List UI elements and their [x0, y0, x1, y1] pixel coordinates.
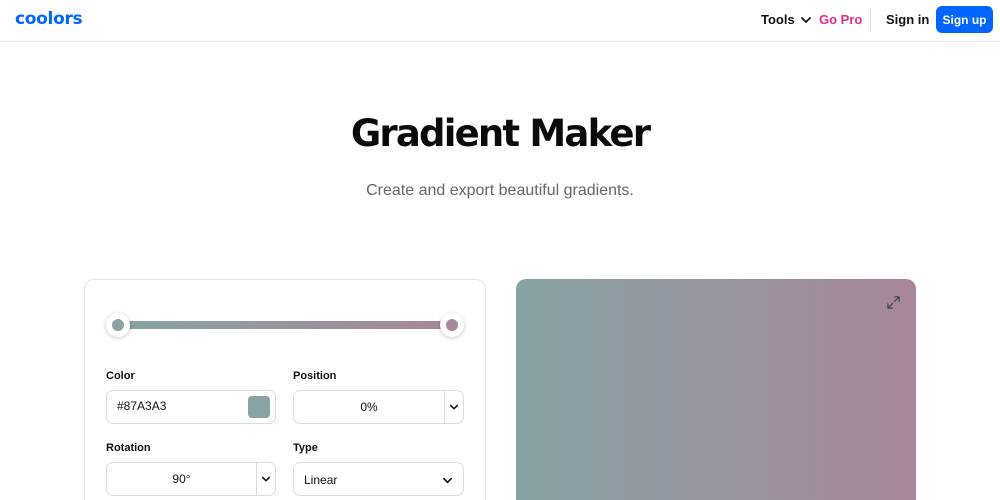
position-value[interactable]: 0%	[294, 391, 444, 423]
expand-icon[interactable]	[886, 295, 901, 310]
tools-menu[interactable]: Tools	[761, 12, 812, 27]
gradient-preview	[516, 279, 916, 500]
position-field: 0%	[293, 390, 464, 424]
chevron-down-icon	[261, 476, 271, 482]
coolors-logo[interactable]: coolors	[15, 9, 83, 29]
gradient-slider-track[interactable]	[118, 321, 452, 329]
color-field	[106, 390, 276, 424]
nav-divider	[870, 8, 871, 32]
type-label: Type	[293, 442, 318, 454]
stop-color-dot	[112, 319, 124, 331]
tools-label: Tools	[761, 12, 795, 27]
sign-up-button[interactable]: Sign up	[936, 6, 993, 33]
go-pro-link[interactable]: Go Pro	[819, 12, 862, 27]
page-title: Gradient Maker	[350, 112, 651, 155]
chevron-down-icon	[443, 477, 452, 484]
stop-color-dot	[446, 319, 458, 331]
chevron-down-icon	[800, 16, 811, 23]
sign-in-link[interactable]: Sign in	[886, 12, 929, 27]
rotation-value[interactable]: 90°	[107, 463, 256, 495]
color-label: Color	[106, 370, 135, 382]
page-subtitle: Create and export beautiful gradients.	[366, 182, 634, 199]
chevron-down-icon	[449, 404, 459, 410]
rotation-label: Rotation	[106, 442, 151, 454]
gradient-stop-handle-end[interactable]	[440, 313, 464, 337]
type-select[interactable]: Linear	[293, 462, 464, 496]
type-value: Linear	[304, 473, 338, 487]
position-dropdown-button[interactable]	[444, 391, 463, 423]
position-label: Position	[293, 370, 337, 382]
gradient-stop-handle-start[interactable]	[106, 313, 130, 337]
rotation-dropdown-button[interactable]	[256, 463, 275, 495]
rotation-field: 90°	[106, 462, 276, 496]
color-hex-input[interactable]	[117, 399, 237, 413]
color-swatch[interactable]	[248, 396, 270, 418]
top-navbar: coolors Tools Go Pro Sign in Sign up	[0, 0, 1000, 42]
